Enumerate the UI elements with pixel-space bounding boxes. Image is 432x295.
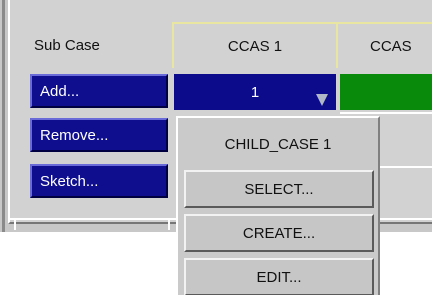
- sketch-button[interactable]: Sketch...: [30, 164, 168, 198]
- grid-tick: [14, 220, 16, 230]
- add-button[interactable]: Add...: [30, 74, 168, 108]
- column-header-ccas1[interactable]: CCAS 1: [172, 22, 338, 68]
- ccas1-value: 1: [250, 83, 260, 101]
- popup-title: CHILD_CASE 1: [224, 135, 332, 153]
- grid-tick: [168, 220, 170, 230]
- remove-button[interactable]: Remove...: [30, 118, 168, 152]
- ccas2-value-cell[interactable]: [340, 74, 432, 110]
- select-button[interactable]: SELECT...: [184, 170, 374, 208]
- row-divider: [340, 112, 432, 114]
- child-case-popup-menu: CHILD_CASE 1 SELECT... CREATE... EDIT...: [176, 116, 380, 295]
- panel-edge: [2, 0, 5, 232]
- edit-button[interactable]: EDIT...: [184, 258, 374, 295]
- create-button[interactable]: CREATE...: [184, 214, 374, 252]
- dropdown-arrow-icon[interactable]: [316, 94, 328, 106]
- sub-case-header: Sub Case: [34, 36, 100, 54]
- ccas1-value-cell[interactable]: 1: [174, 74, 336, 110]
- sub-case-panel-view: Sub Case CCAS 1 CCAS Add... Remove... Sk…: [0, 0, 432, 295]
- column-header-ccas2[interactable]: CCAS: [338, 22, 432, 68]
